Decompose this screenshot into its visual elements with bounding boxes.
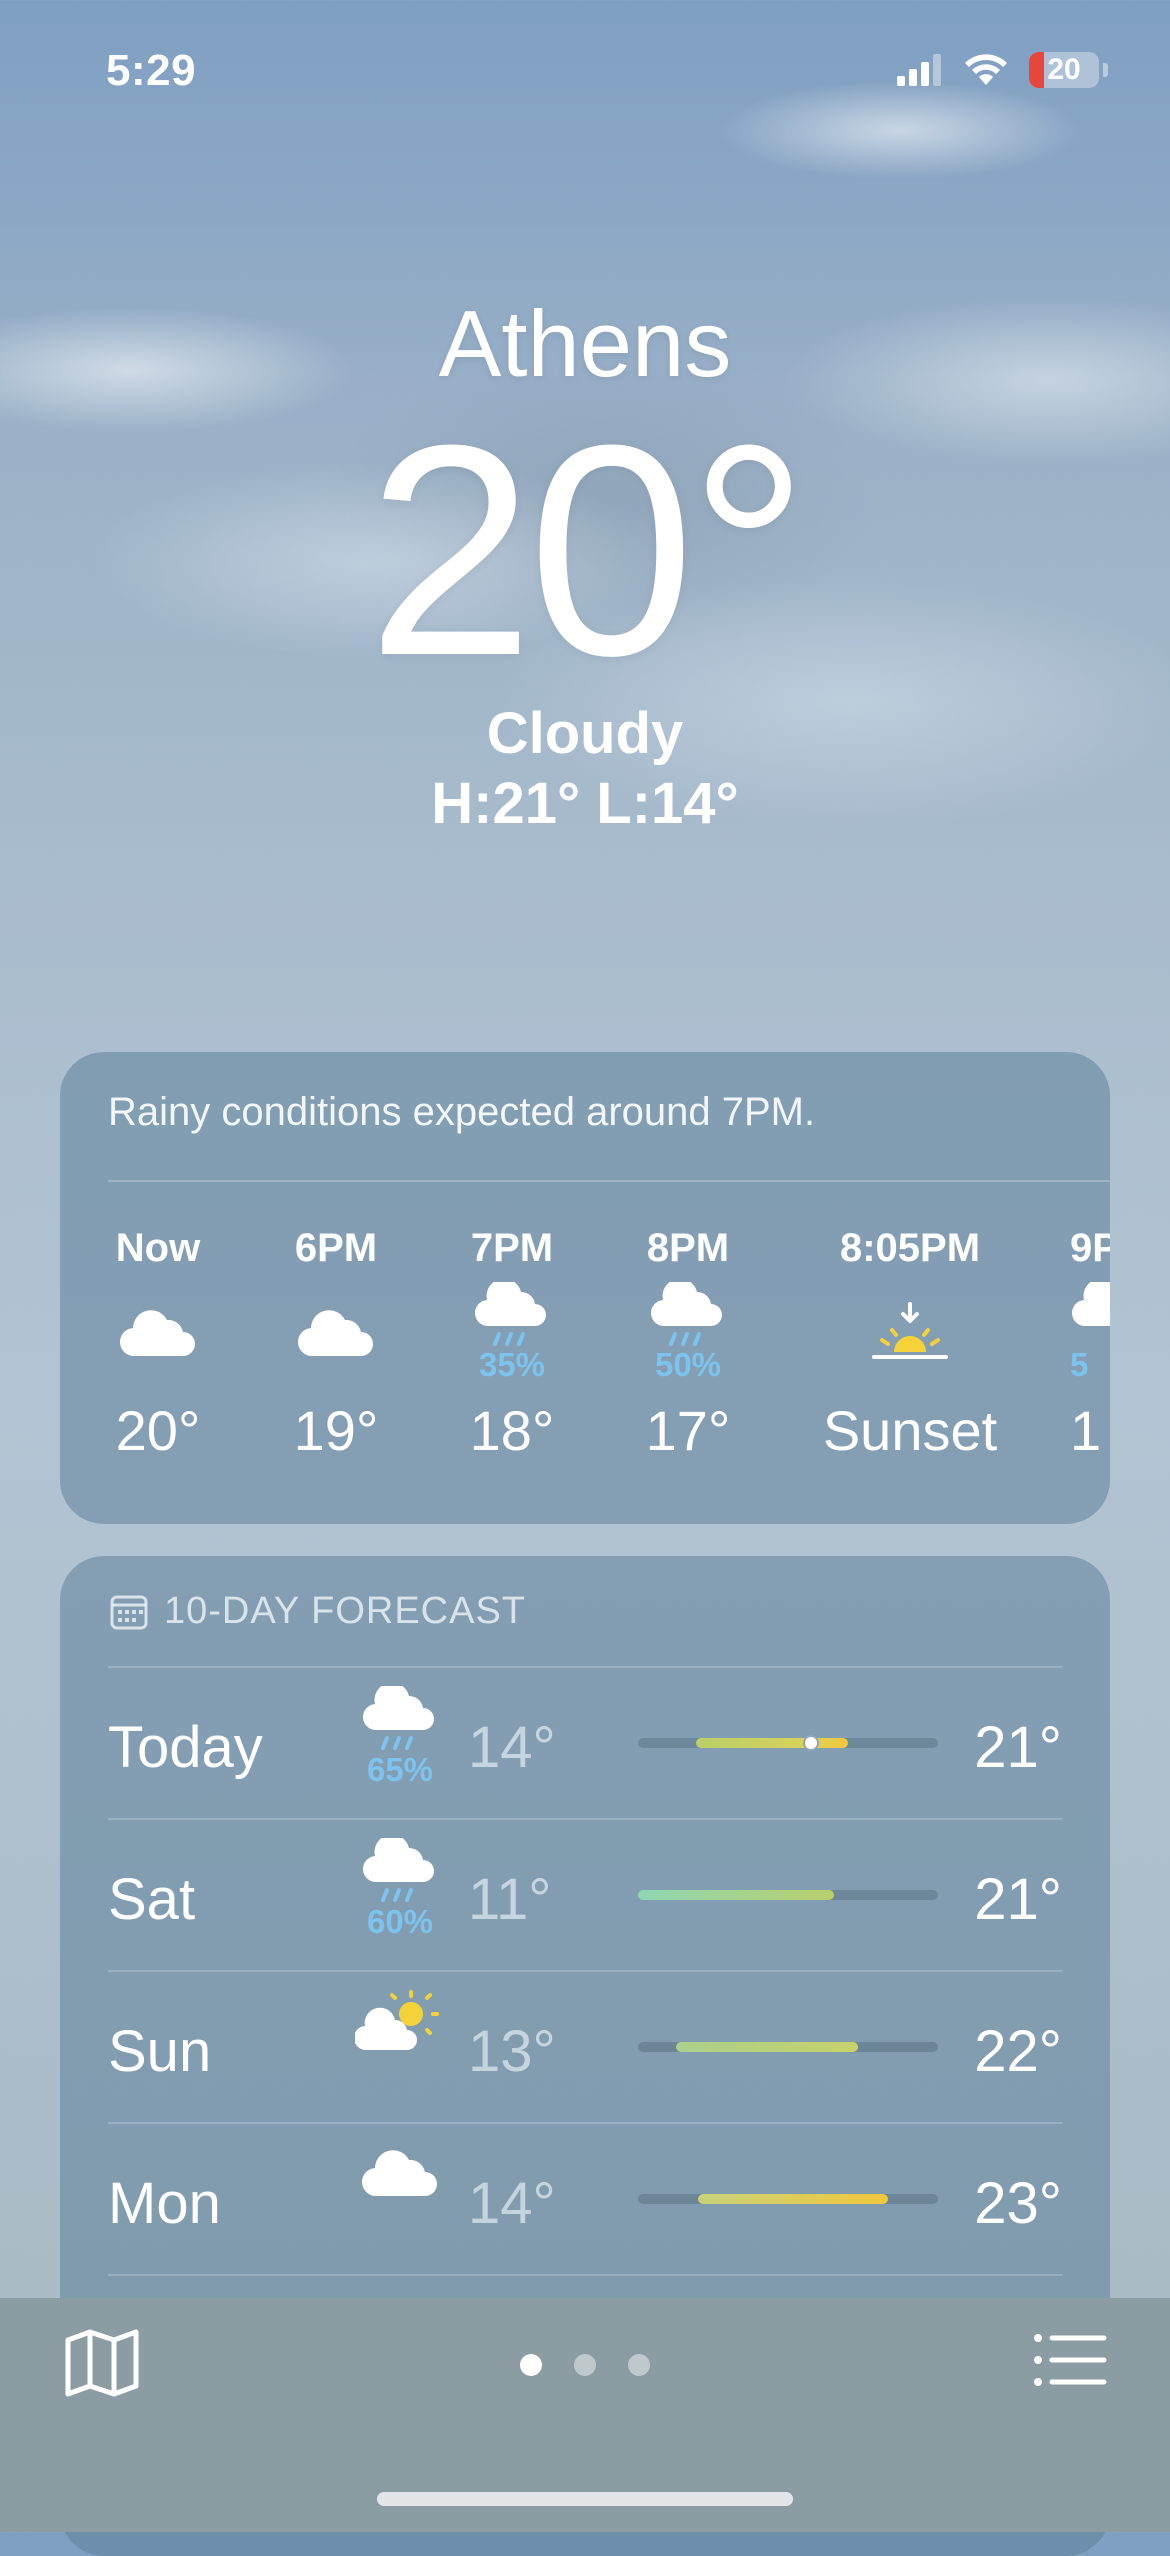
battery-icon: 20 — [1029, 52, 1099, 88]
low-temp: 13° — [468, 2019, 556, 2084]
hour-label: Now — [115, 1226, 201, 1270]
bottom-toolbar — [0, 2298, 1170, 2532]
status-time: 5:29 — [106, 46, 197, 95]
high-temp: 22° — [974, 2019, 1062, 2084]
precip-chance: 5 — [1070, 1346, 1089, 1383]
cloud-rain-icon — [362, 1834, 434, 1902]
cloud-rain-icon — [651, 1282, 722, 1346]
high-low: H:21° L:14° — [431, 771, 739, 836]
day-name: Sat — [108, 1867, 196, 1932]
temperature-range-bar — [638, 1890, 938, 1900]
precip-chance: 50% — [654, 1346, 722, 1383]
hour-label: 7PM — [470, 1226, 554, 1270]
hour-item[interactable]: 8:05PM Sunset — [798, 1222, 1022, 1463]
hour-item[interactable]: 9PM 5 1 — [1070, 1222, 1110, 1463]
page-dot[interactable] — [574, 2354, 596, 2376]
partly-sunny-icon — [353, 1990, 439, 2051]
hour-item[interactable]: Now 20° — [78, 1222, 238, 1463]
divider — [108, 1180, 1110, 1182]
cellular-signal-icon — [897, 54, 941, 86]
hour-label: 8:05PM — [839, 1226, 981, 1270]
high-temp: 23° — [974, 2171, 1062, 2236]
hour-label: 9PM — [1070, 1226, 1110, 1270]
battery-level: 20 — [1047, 53, 1081, 86]
hour-temp: 17° — [645, 1399, 731, 1462]
current-temperature: 20° — [367, 382, 809, 718]
divider — [108, 2274, 1062, 2276]
cloud-icon — [119, 1310, 195, 1357]
page-dot[interactable] — [628, 2354, 650, 2376]
hour-item[interactable]: 6PM 19° — [256, 1222, 416, 1463]
day-row-mon[interactable]: Mon 14° 23° — [108, 2124, 1062, 2274]
locations-list-button[interactable] — [1032, 2330, 1108, 2390]
daily-forecast-header: 10-DAY FORECAST — [110, 1590, 526, 1633]
cloud-rain-icon — [1072, 1282, 1110, 1327]
page-indicator[interactable] — [0, 2354, 1170, 2376]
cloud-icon — [297, 1310, 373, 1357]
cloud-rain-icon — [475, 1282, 546, 1346]
low-temp: 14° — [468, 1715, 556, 1780]
day-name: Today — [108, 1715, 263, 1780]
day-row-today[interactable]: Today 65% 14° 21° — [108, 1668, 1062, 1818]
list-icon — [1034, 2334, 1107, 2386]
day-row-sun[interactable]: Sun 13° 22° — [108, 1972, 1062, 2122]
hourly-summary: Rainy conditions expected around 7PM. — [108, 1090, 816, 1134]
hour-temp: 20° — [115, 1399, 201, 1462]
day-row-sat[interactable]: Sat 60% 11° 21° — [108, 1820, 1062, 1970]
hour-temp: 1 — [1070, 1399, 1102, 1462]
cloud-rain-icon — [362, 1682, 434, 1750]
sunset-icon — [872, 1302, 948, 1359]
hour-temp: Sunset — [822, 1399, 998, 1462]
hour-temp: 18° — [469, 1399, 555, 1462]
high-temp: 21° — [974, 1715, 1062, 1780]
hour-item[interactable]: 7PM 35% 18° — [432, 1222, 592, 1463]
precip-chance: 60% — [366, 1903, 434, 1940]
low-temp: 14° — [468, 2171, 556, 2236]
page-dot[interactable] — [520, 2354, 542, 2376]
hour-item[interactable]: 8PM 50% 17° — [608, 1222, 768, 1463]
hour-label: 8PM — [646, 1226, 730, 1270]
temperature-range-bar — [638, 2194, 938, 2204]
calendar-icon — [110, 1595, 148, 1629]
hour-temp: 19° — [293, 1399, 379, 1462]
daily-forecast-title: 10-DAY FORECAST — [164, 1590, 527, 1632]
high-temp: 21° — [974, 1867, 1062, 1932]
day-name: Mon — [108, 2171, 221, 2236]
low-temp: 11° — [468, 1867, 552, 1932]
wifi-icon — [965, 54, 1007, 85]
temperature-range-bar — [638, 1735, 938, 1751]
status-icons: 20 — [897, 52, 1108, 88]
hourly-forecast-card[interactable]: Rainy conditions expected around 7PM. No… — [60, 1052, 1110, 1524]
precip-chance: 35% — [478, 1346, 546, 1383]
temperature-range-bar — [638, 2042, 938, 2052]
cloud-icon — [361, 2150, 437, 2197]
day-name: Sun — [108, 2019, 212, 2084]
current-temp-marker — [803, 1735, 819, 1751]
current-condition: Cloudy — [486, 701, 684, 766]
precip-chance: 65% — [366, 1751, 434, 1788]
home-indicator[interactable] — [377, 2492, 793, 2506]
hour-label: 6PM — [294, 1226, 378, 1270]
